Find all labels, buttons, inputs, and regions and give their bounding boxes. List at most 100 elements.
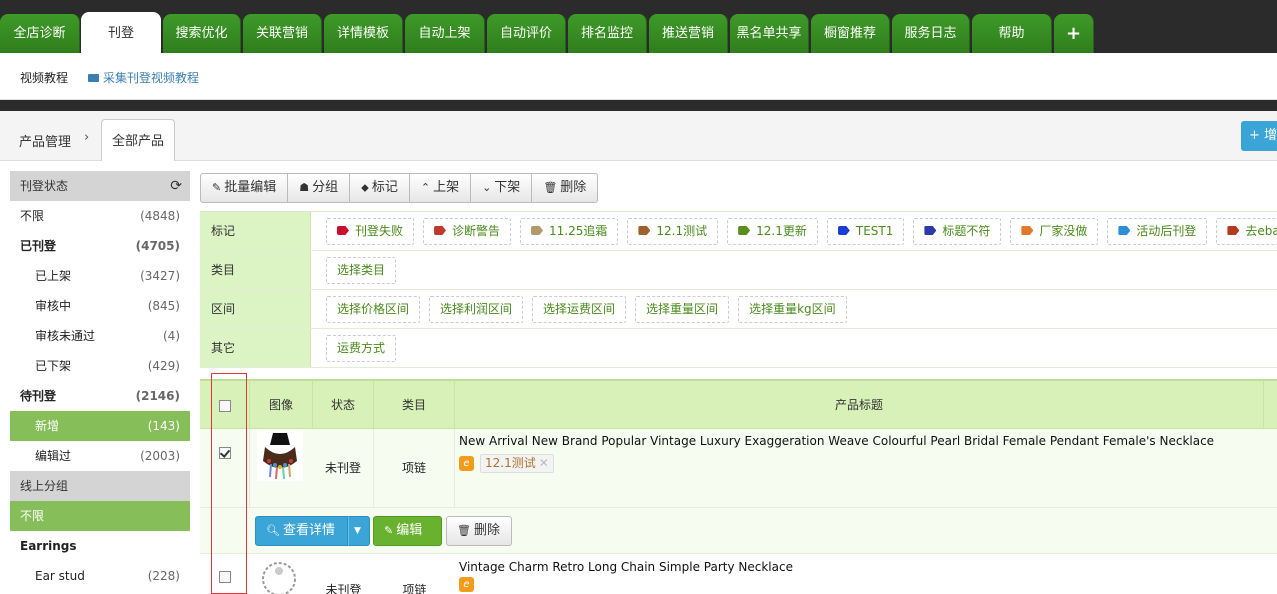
product-thumbnail[interactable] bbox=[257, 431, 303, 481]
listing-video-tutorial-link[interactable]: 采集刊登视频教程 bbox=[88, 69, 199, 86]
row-title: Vintage Charm Retro Long Chain Simple Pa… bbox=[459, 560, 793, 574]
sidebar-item[interactable]: Ear stud (228) bbox=[10, 561, 190, 591]
sidebar-item-count: (228) bbox=[147, 569, 180, 583]
refresh-icon[interactable]: ⟳ bbox=[170, 171, 182, 201]
tab-auto-review[interactable]: 自动评价 bbox=[487, 14, 566, 53]
filter-option[interactable]: TEST1 bbox=[826, 218, 905, 245]
filter-option[interactable]: 刊登失败 bbox=[326, 218, 415, 245]
filter-option[interactable]: 去ebay bbox=[1216, 218, 1277, 245]
filter-option[interactable]: 标题不符 bbox=[913, 218, 1002, 245]
edit-icon: ✎ bbox=[384, 524, 394, 537]
sidebar-item-label: 编辑过 bbox=[35, 449, 72, 463]
listing-video-tutorial-label: 采集刊登视频教程 bbox=[103, 71, 200, 85]
tag-icon bbox=[1227, 226, 1240, 235]
sidebar-item[interactable]: 审核未通过 (4) bbox=[10, 321, 190, 351]
list-down-icon: ⌄ bbox=[482, 181, 492, 194]
filter-option[interactable]: 选择价格区间 bbox=[326, 296, 421, 323]
filter-option-label: 运费方式 bbox=[337, 341, 386, 355]
delete-button[interactable]: 🗑 删除 bbox=[532, 174, 597, 202]
sidebar-item[interactable]: 审核中 (845) bbox=[10, 291, 190, 321]
tab-listing[interactable]: 刊登 bbox=[81, 12, 161, 53]
mark-button[interactable]: ⬥ 标记 bbox=[350, 174, 410, 202]
tab-auto-list[interactable]: 自动上架 bbox=[405, 14, 485, 53]
breadcrumb-all-products-tab[interactable]: 全部产品 bbox=[101, 119, 175, 161]
filter-option[interactable]: 选择重量kg区间 bbox=[738, 296, 847, 323]
tag-icon bbox=[531, 226, 544, 235]
sidebar-item[interactable]: 不限 (4848) bbox=[10, 201, 190, 231]
header-status: 状态 bbox=[313, 381, 374, 429]
row-tags: e 12.1测试 ✕ bbox=[459, 454, 554, 473]
filter-option[interactable]: 选择重量区间 bbox=[635, 296, 730, 323]
sidebar-item[interactable]: 不限 bbox=[10, 501, 190, 531]
tab-push-marketing[interactable]: 推送营销 bbox=[649, 14, 728, 53]
filter-option[interactable]: 11.25追霜 bbox=[520, 218, 619, 245]
tab-detail-template[interactable]: 详情模板 bbox=[324, 14, 403, 53]
tab-service-log[interactable]: 服务日志 bbox=[892, 14, 970, 53]
filter-option[interactable]: 12.1更新 bbox=[727, 218, 818, 245]
tag-icon bbox=[837, 226, 850, 235]
filter-option-label: 诊断警告 bbox=[452, 224, 501, 238]
delete-row-button[interactable]: 🗑︎ 删除 bbox=[446, 516, 512, 546]
filter-option[interactable]: 选择类目 bbox=[326, 257, 397, 284]
search-icon: 🔍︎ bbox=[266, 524, 280, 537]
list-up-icon: ⌃ bbox=[420, 181, 431, 194]
listing-status-header: 刊登状态 ⟳ bbox=[10, 171, 190, 201]
online-group-title: 线上分组 bbox=[20, 479, 69, 493]
filter-option[interactable]: 诊断警告 bbox=[423, 218, 512, 245]
tag-icon bbox=[924, 226, 937, 235]
product-thumbnail[interactable] bbox=[257, 557, 301, 594]
view-details-label: 查看详情 bbox=[282, 523, 335, 538]
tag-icon bbox=[434, 226, 447, 235]
row-status: 未刊登 bbox=[325, 583, 362, 594]
sidebar-item-label: 不限 bbox=[20, 509, 45, 523]
sidebar-item-label: 审核未通过 bbox=[35, 329, 96, 343]
sidebar-item[interactable]: 待刊登 (2146) bbox=[10, 381, 190, 411]
remove-tag-icon[interactable]: ✕ bbox=[539, 456, 549, 470]
filter-option-label: 选择类目 bbox=[337, 263, 386, 277]
tab-store-diagnosis[interactable]: 全店诊断 bbox=[0, 14, 80, 53]
group-button[interactable]: ☗ 分组 bbox=[288, 174, 351, 202]
filter-option-label: 刊登失败 bbox=[355, 224, 404, 238]
list-up-button[interactable]: ⌃ 上架 bbox=[410, 174, 472, 202]
view-details-button[interactable]: 🔍︎ 查看详情 bbox=[255, 516, 348, 546]
sidebar-item-count: (845) bbox=[147, 299, 180, 313]
filter-option[interactable]: 12.1测试 bbox=[627, 218, 719, 245]
add-product-button[interactable]: + 增加 bbox=[1241, 121, 1277, 151]
delete-label: 删除 bbox=[560, 180, 587, 195]
filter-option[interactable]: 选择利润区间 bbox=[429, 296, 524, 323]
video-camera-icon bbox=[88, 74, 99, 82]
tab-window-recommend[interactable]: 橱窗推荐 bbox=[811, 14, 890, 53]
sidebar-item-count: (2146) bbox=[135, 389, 180, 403]
tab-search-optimize[interactable]: 搜索优化 bbox=[163, 14, 241, 53]
group-label: 分组 bbox=[312, 180, 339, 195]
sidebar-item[interactable]: Earrings bbox=[10, 531, 190, 561]
sidebar-item[interactable]: 已下架 (429) bbox=[10, 351, 190, 381]
ebay-icon: e bbox=[459, 456, 474, 471]
filter-option[interactable]: 厂家没做 bbox=[1010, 218, 1099, 245]
list-down-button[interactable]: ⌄ 下架 bbox=[471, 174, 533, 202]
breadcrumb-product-management[interactable]: 产品管理 bbox=[19, 131, 71, 150]
video-tutorial-link[interactable]: 视频教程 bbox=[20, 69, 68, 86]
filter-option-label: TEST1 bbox=[855, 224, 894, 238]
sidebar-item[interactable]: 已上架 (3427) bbox=[10, 261, 190, 291]
filter-option[interactable]: 活动后刊登 bbox=[1107, 218, 1208, 245]
batch-edit-button[interactable]: ✎ 批量编辑 bbox=[201, 174, 289, 202]
sidebar-item[interactable]: 已刊登 (4705) bbox=[10, 231, 190, 261]
filter-option[interactable]: 运费方式 bbox=[326, 335, 397, 362]
listing-status-title: 刊登状态 bbox=[20, 179, 69, 193]
filter-option-label: 11.25追霜 bbox=[549, 224, 608, 238]
filter-option[interactable]: 选择运费区间 bbox=[532, 296, 627, 323]
separator bbox=[0, 100, 1277, 111]
sidebar-item[interactable]: 新增 (143) bbox=[10, 411, 190, 441]
sidebar-item-count: (3427) bbox=[140, 269, 180, 283]
tab-blacklist-share[interactable]: 黑名单共享 bbox=[730, 14, 809, 53]
view-details-dropdown[interactable]: ▼ bbox=[348, 516, 370, 546]
tab-ranking-monitor[interactable]: 排名监控 bbox=[568, 14, 647, 53]
edit-button[interactable]: ✎ 编辑 bbox=[373, 516, 442, 546]
add-tab-button[interactable]: + bbox=[1054, 14, 1094, 53]
table-header: 图像 状态 类目 产品标题 bbox=[200, 379, 1277, 429]
mark-icon: ⬥ bbox=[361, 181, 369, 194]
tab-help[interactable]: 帮助 bbox=[972, 14, 1052, 53]
sidebar-item[interactable]: 编辑过 (2003) bbox=[10, 441, 190, 471]
tab-related-marketing[interactable]: 关联营销 bbox=[243, 14, 322, 53]
